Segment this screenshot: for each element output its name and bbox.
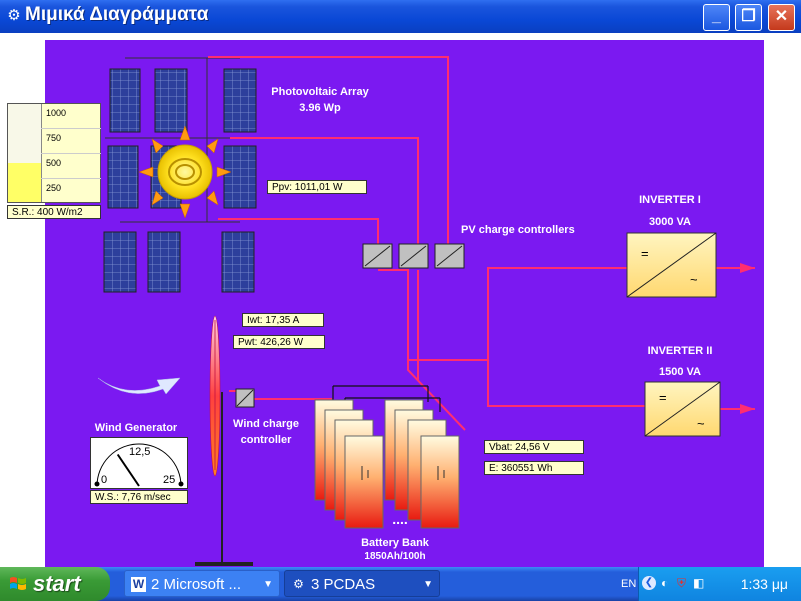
meter-mid-label: 12,5 (129, 446, 151, 458)
inverter-1-rating: 3000 VA (649, 216, 691, 228)
battery-bank-label: Battery Bank (361, 537, 429, 549)
security-shield-icon[interactable]: ⛨ (677, 576, 686, 591)
pv-panel (221, 231, 255, 293)
gauge-tick: 1000 (46, 108, 67, 118)
wire-arrows (740, 263, 755, 414)
meter-max-label: 25 (163, 474, 176, 486)
pv-panel (147, 231, 181, 293)
taskbar-item-label: 3 PCDAS (311, 576, 376, 593)
pcdas-icon: ⚙ (293, 577, 304, 591)
wind-charge-controller (235, 388, 255, 408)
chevron-down-icon: ▼ (263, 579, 273, 590)
gauge-tick: 750 (46, 133, 62, 143)
wind-generator-label: Wind Generator (94, 422, 178, 434)
system-tray: ❮ ◐ ⛨ ◧ 1:33 μμ (638, 567, 801, 601)
battery-capacity: 1850Ah/100h (364, 551, 426, 562)
wind-controller-label: Wind charge controller (233, 418, 299, 446)
battery-voltage-value: Vbat: 24,56 V (484, 440, 584, 454)
inverter-1: = ~ (626, 232, 717, 298)
solar-radiation-fill (8, 162, 41, 202)
rotation-arrow-icon (97, 377, 181, 395)
wind-power-value: Pwt: 426,26 W (233, 335, 325, 349)
pv-panel (223, 68, 257, 133)
svg-text:=: = (641, 246, 649, 261)
battery-ellipsis: .... (392, 511, 408, 527)
taskbar-item-word[interactable]: W 2 Microsoft ... ▼ (124, 570, 280, 597)
language-indicator[interactable]: EN (621, 567, 636, 601)
solar-radiation-column (8, 104, 42, 202)
start-label: start (33, 571, 81, 596)
tray-expand-icon[interactable]: ❮ (642, 576, 656, 590)
taskbar-item-label: 2 Microsoft ... (151, 576, 242, 593)
gauge-tick: 500 (46, 158, 62, 168)
pv-charge-controllers (362, 243, 465, 269)
pv-array-rating: 3.96 Wp (299, 102, 341, 114)
gauge-tick: 250 (46, 183, 62, 193)
windows-flag-icon (10, 577, 26, 590)
pv-panel (223, 145, 257, 209)
inverter-2-rating: 1500 VA (659, 366, 701, 378)
sun-icon (138, 125, 232, 219)
svg-text:~: ~ (690, 272, 698, 287)
word-icon: W (131, 577, 146, 592)
taskbar: start W 2 Microsoft ... ▼ ⚙ 3 PCDAS ▼ EN… (0, 567, 801, 601)
pv-panel (154, 68, 188, 133)
battery-bank (314, 385, 460, 529)
volume-icon[interactable]: ◧ (693, 576, 704, 590)
wind-speed-value: W.S.: 7,76 m/sec (90, 490, 188, 504)
pv-panel (109, 68, 141, 133)
pv-panel (103, 231, 137, 293)
meter-min-label: 0 (101, 474, 108, 486)
wind-current-value: Iwt: 17,35 A (242, 313, 324, 327)
wind-speed-meter: 0 12,5 25 (90, 437, 188, 489)
pv-panel (107, 145, 139, 209)
inverter-2: = ~ (644, 381, 721, 437)
inverter-2-name: INVERTER II (647, 345, 713, 357)
clock: 1:33 μμ (740, 576, 788, 592)
chevron-down-icon: ▼ (423, 579, 433, 590)
inverter-1-name: INVERTER I (639, 194, 701, 206)
solar-radiation-value: S.R.: 400 W/m2 (7, 205, 101, 219)
battery-energy-value: E: 360551 Wh (484, 461, 584, 475)
pv-power-value: Ppv: 1011,01 W (267, 180, 367, 194)
start-button[interactable]: start (0, 567, 110, 601)
svg-text:=: = (659, 390, 667, 405)
solar-radiation-gauge: 1000 750 500 250 (7, 103, 101, 203)
network-icon[interactable]: ◐ (661, 576, 668, 590)
taskbar-item-pcdas[interactable]: ⚙ 3 PCDAS ▼ (284, 570, 440, 597)
pv-controllers-label: PV charge controllers (461, 224, 575, 236)
wind-speed-needle (116, 453, 140, 487)
pv-array-title: Photovoltaic Array (271, 86, 369, 98)
svg-text:~: ~ (697, 416, 705, 431)
